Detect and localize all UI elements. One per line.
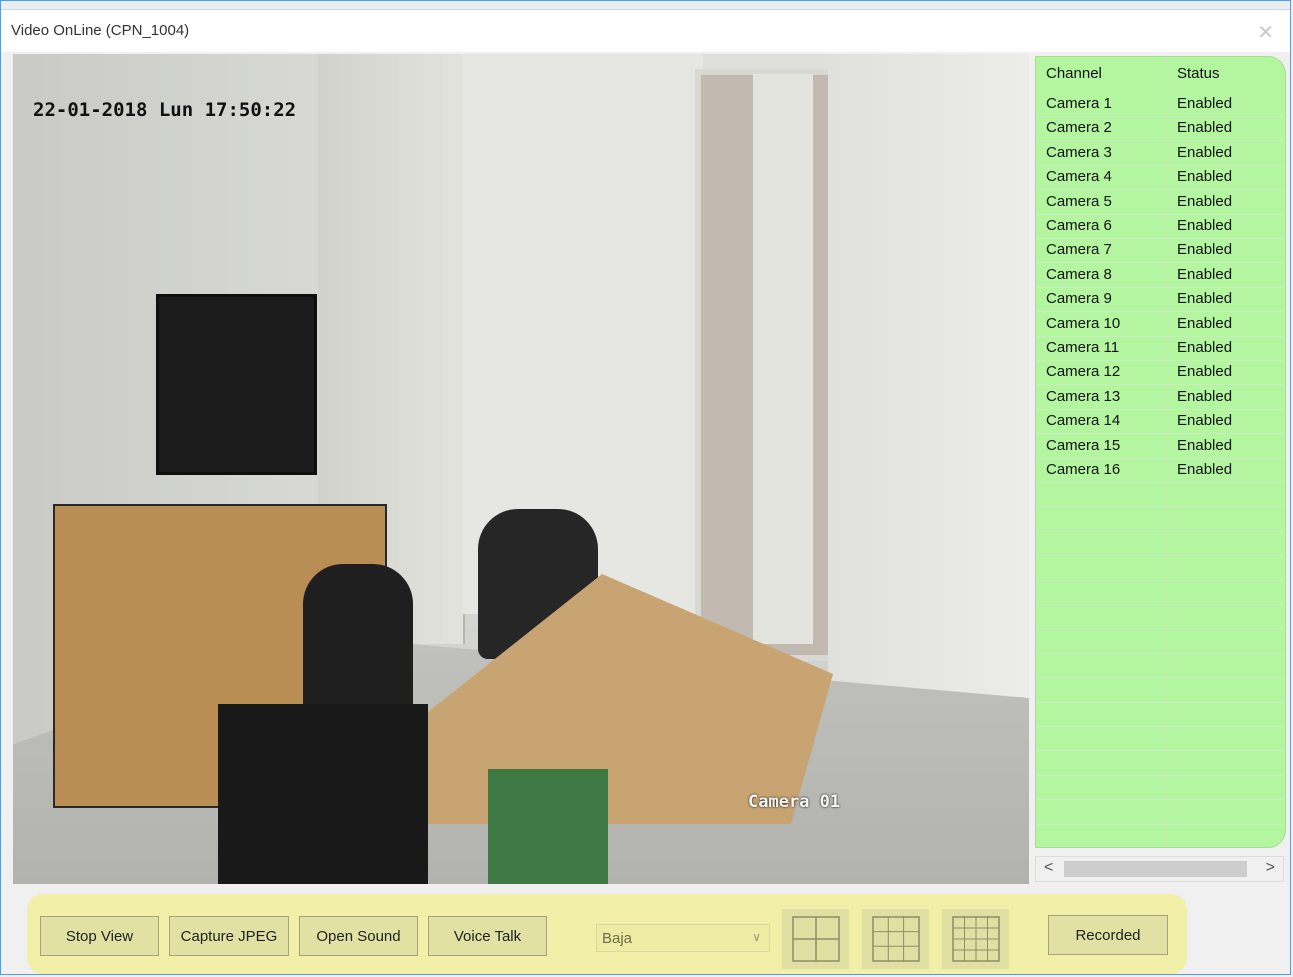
channel-status: Enabled [1177, 387, 1233, 405]
table-row[interactable]: Camera 13 Enabled [1036, 386, 1285, 410]
channel-name: Camera 9 [1046, 290, 1112, 308]
channel-header[interactable]: Channel [1046, 65, 1102, 82]
channel-name: Camera 13 [1046, 387, 1121, 405]
channel-name: Camera 7 [1046, 241, 1112, 259]
table-row[interactable]: Camera 7 Enabled [1036, 239, 1285, 264]
empty-row [1036, 703, 1285, 727]
scene-door-open [753, 74, 813, 644]
channel-name: Camera 3 [1046, 143, 1112, 161]
channel-name: Camera 11 [1046, 339, 1120, 356]
table-row[interactable]: Camera 16 Enabled [1036, 459, 1285, 483]
table-row[interactable]: Camera 15 Enabled [1036, 435, 1285, 459]
status-header[interactable]: Status [1177, 65, 1220, 82]
scene-box [488, 769, 608, 884]
channel-name: Camera 15 [1046, 436, 1121, 454]
stop-view-button[interactable]: Stop View [40, 916, 159, 956]
channel-name: Camera 1 [1046, 95, 1112, 112]
channel-status: Enabled [1177, 363, 1233, 381]
table-row[interactable]: Camera 4 Enabled [1036, 166, 1285, 191]
channel-status: Enabled [1177, 192, 1233, 210]
scene-printer [218, 704, 428, 884]
empty-row [1036, 532, 1285, 557]
table-row[interactable]: Camera 11 Enabled [1036, 337, 1285, 361]
empty-row [1036, 557, 1285, 581]
window-title: Video OnLine (CPN_1004) [11, 22, 190, 39]
empty-row [1036, 654, 1285, 679]
grid-3x3-icon[interactable] [862, 909, 929, 969]
table-row[interactable]: Camera 2 Enabled [1036, 117, 1285, 142]
channel-list-header: Channel Status [1036, 57, 1285, 97]
grid-2x2-icon[interactable] [782, 909, 849, 969]
empty-row [1036, 630, 1285, 654]
capture-jpeg-button[interactable]: Capture JPEG [169, 916, 289, 956]
grid-4x4-icon[interactable] [942, 909, 1009, 969]
table-row[interactable]: Camera 3 Enabled [1036, 142, 1285, 166]
video-timestamp: 22-01-2018 Lun 17:50:22 [33, 99, 297, 121]
channel-list-scrollbar[interactable]: < > [1035, 856, 1284, 882]
channel-status: Enabled [1177, 265, 1233, 283]
empty-row [1036, 776, 1285, 801]
channel-status: Enabled [1177, 241, 1233, 259]
empty-row [1036, 825, 1285, 847]
control-toolbar: Stop View Capture JPEG Open Sound Voice … [27, 894, 1187, 974]
channel-name: Camera 5 [1046, 192, 1112, 210]
top-strip [1, 1, 1290, 10]
empty-row [1036, 801, 1285, 825]
channel-name: Camera 14 [1046, 412, 1121, 430]
channel-status: Enabled [1177, 314, 1233, 332]
channel-status: Enabled [1177, 339, 1233, 356]
empty-row [1036, 679, 1285, 703]
channel-name: Camera 10 [1046, 314, 1121, 332]
channel-status: Enabled [1177, 412, 1233, 430]
chevron-down-icon: ∨ [752, 930, 761, 944]
channel-status: Enabled [1177, 217, 1233, 234]
voice-talk-button[interactable]: Voice Talk [428, 916, 547, 956]
empty-row [1036, 581, 1285, 605]
quality-select[interactable]: Baja ∨ [596, 924, 770, 952]
channel-status: Enabled [1177, 168, 1233, 186]
empty-row [1036, 483, 1285, 508]
table-row[interactable]: Camera 5 Enabled [1036, 191, 1285, 215]
scene-chair [303, 564, 413, 714]
channel-name: Camera 12 [1046, 363, 1121, 381]
scrollbar-thumb[interactable] [1064, 861, 1247, 877]
channel-status: Enabled [1177, 290, 1233, 308]
recorded-button[interactable]: Recorded [1048, 915, 1168, 955]
table-row[interactable]: Camera 8 Enabled [1036, 264, 1285, 288]
channel-status: Enabled [1177, 143, 1233, 161]
table-row[interactable]: Camera 14 Enabled [1036, 410, 1285, 435]
open-sound-button[interactable]: Open Sound [299, 916, 418, 956]
channel-name: Camera 16 [1046, 461, 1121, 478]
empty-row [1036, 727, 1285, 752]
channel-name: Camera 6 [1046, 217, 1112, 234]
channel-status: Enabled [1177, 461, 1233, 478]
channel-status: Enabled [1177, 119, 1233, 137]
channel-list[interactable]: Channel Status Camera 1 Enabled Camera 2 En… [1035, 56, 1286, 848]
empty-row [1036, 752, 1285, 776]
title-bar: Video OnLine (CPN_1004) ✕ [1, 10, 1290, 52]
channel-status: Enabled [1177, 95, 1233, 112]
channel-name: Camera 4 [1046, 168, 1112, 186]
table-row[interactable]: Camera 9 Enabled [1036, 288, 1285, 313]
close-icon[interactable]: ✕ [1257, 20, 1274, 45]
empty-row [1036, 605, 1285, 630]
channel-name: Camera 2 [1046, 119, 1112, 137]
video-online-window: Video OnLine (CPN_1004) ✕ 22-01-2018 Lun… [0, 0, 1291, 975]
table-row[interactable]: Camera 10 Enabled [1036, 313, 1285, 337]
scroll-right-icon[interactable]: > [1266, 859, 1275, 877]
table-row[interactable]: Camera 1 Enabled [1036, 93, 1285, 117]
table-row[interactable]: Camera 6 Enabled [1036, 215, 1285, 239]
channel-name: Camera 8 [1046, 265, 1112, 283]
channel-status: Enabled [1177, 436, 1233, 454]
empty-row [1036, 508, 1285, 532]
scroll-left-icon[interactable]: < [1044, 859, 1053, 877]
scene-tv [156, 294, 317, 475]
video-camera-label: Camera 01 [748, 792, 841, 812]
video-feed[interactable]: 22-01-2018 Lun 17:50:22 Camera 01 [13, 54, 1029, 884]
quality-select-value: Baja [602, 930, 633, 947]
table-row[interactable]: Camera 12 Enabled [1036, 361, 1285, 386]
scene-wall-right [828, 54, 1029, 754]
